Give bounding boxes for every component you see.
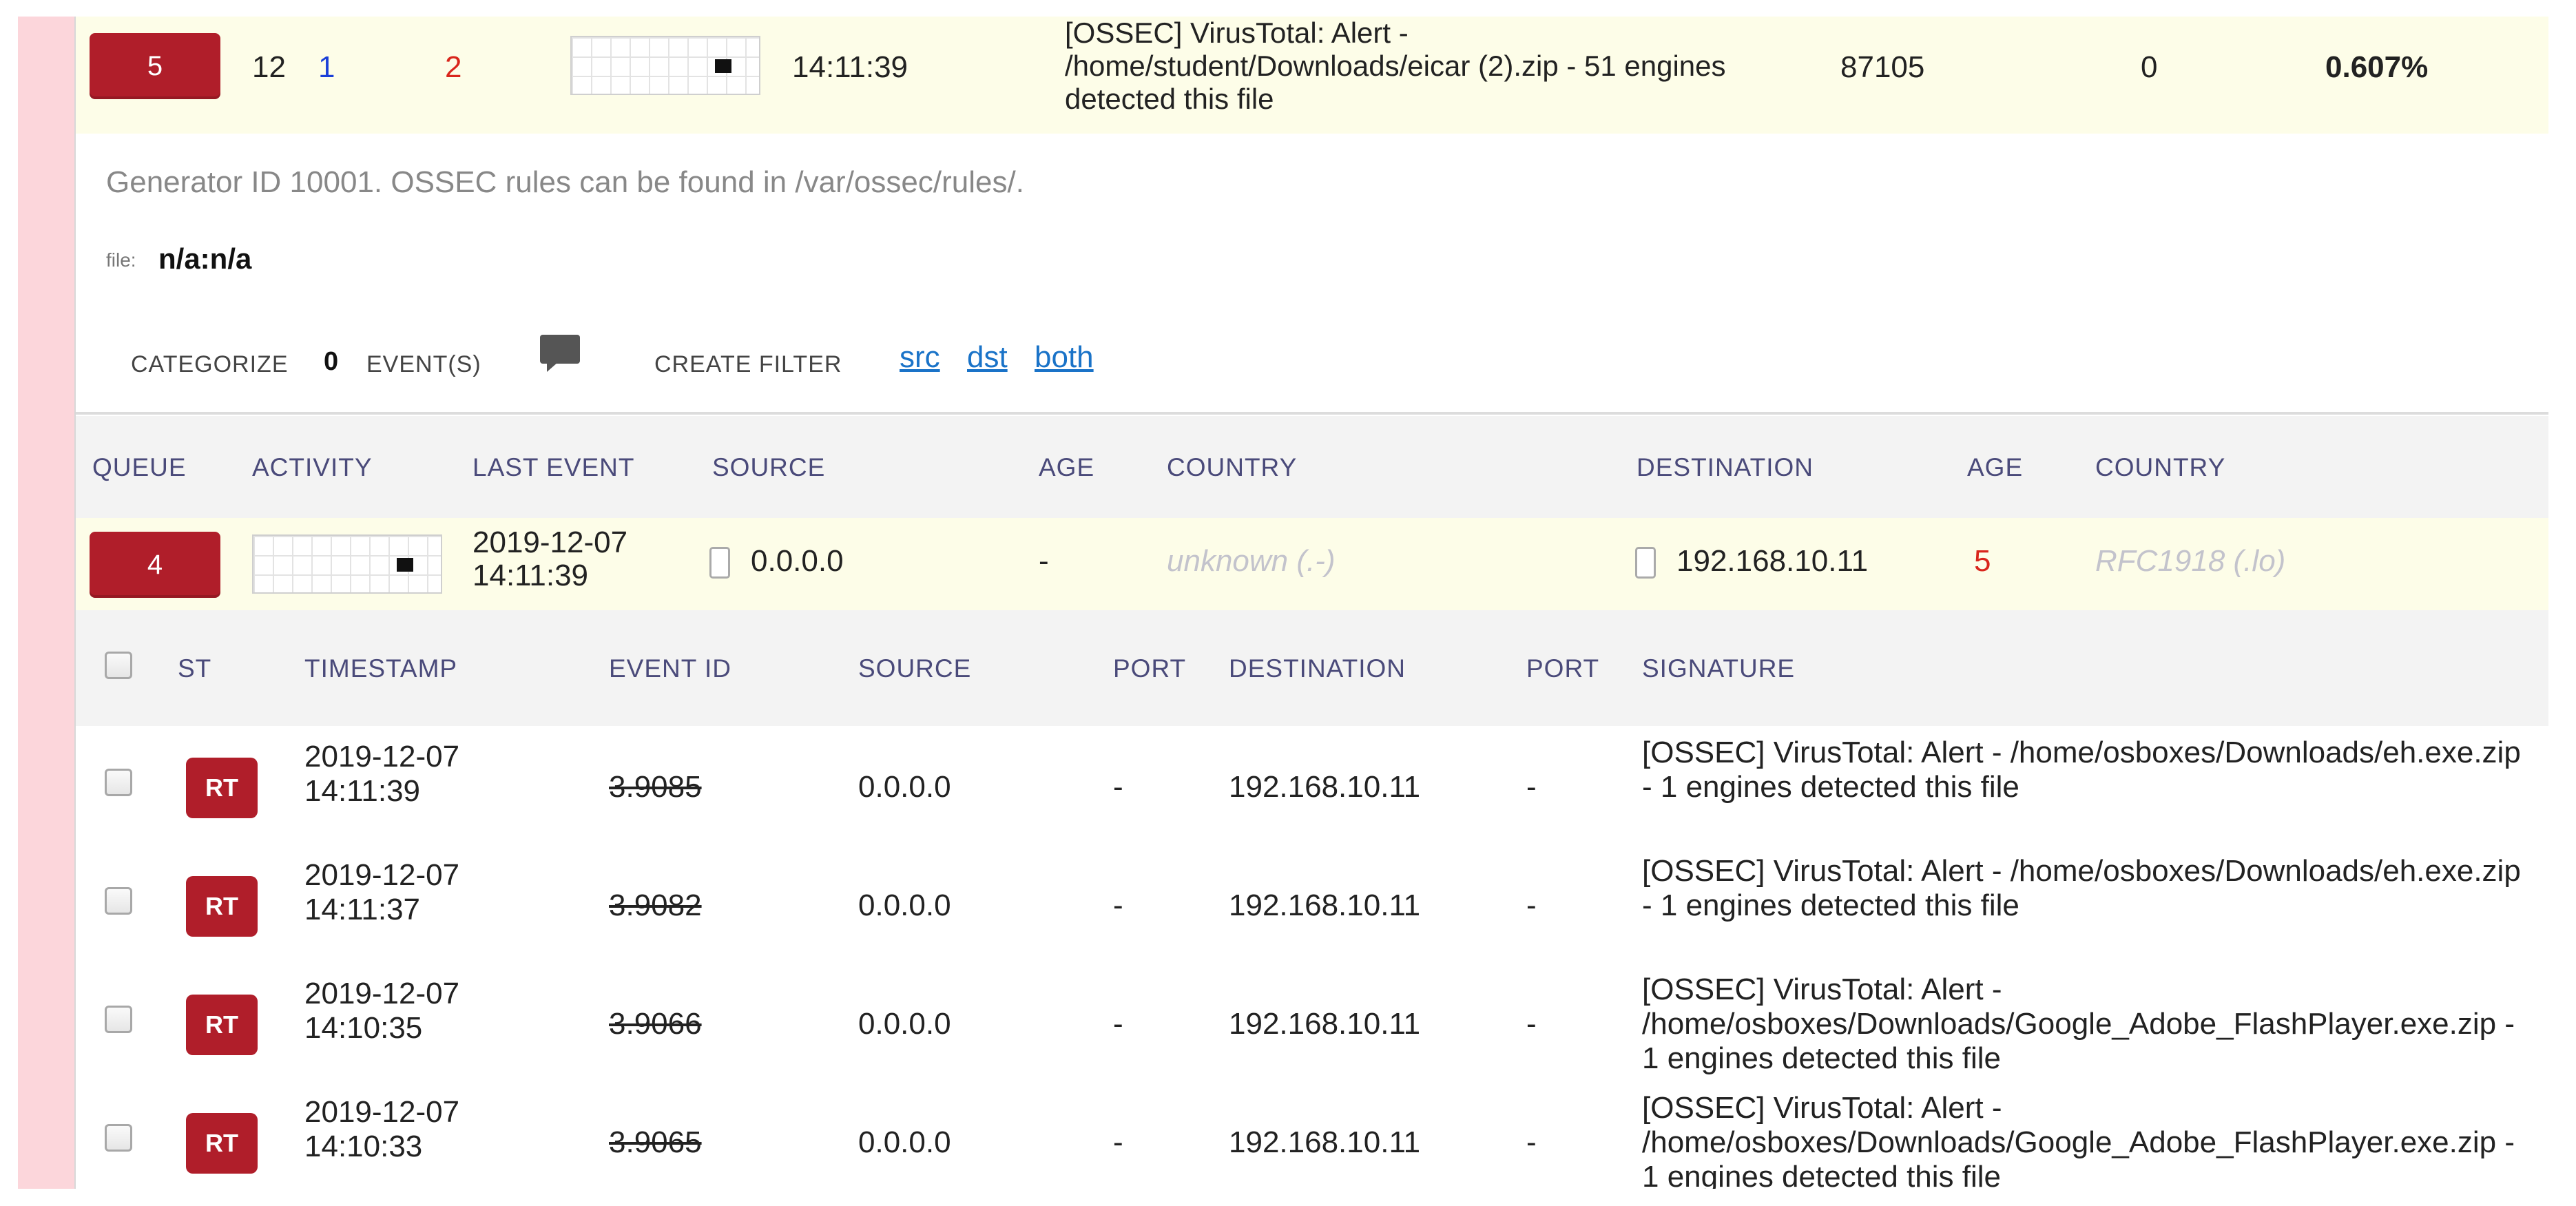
- event-date: 2019-12-07: [304, 1095, 460, 1129]
- file-value: n/a:n/a: [158, 242, 252, 275]
- categorize-label: CATEGORIZE: [131, 351, 289, 377]
- event-destination: 192.168.10.11: [1229, 1007, 1421, 1041]
- event-source: 0.0.0.0: [858, 888, 951, 922]
- event-src-port: -: [1113, 770, 1123, 804]
- header-destination[interactable]: DESTINATION: [1637, 453, 1814, 482]
- header-queue[interactable]: QUEUE: [92, 453, 187, 482]
- event-date: 2019-12-07: [304, 858, 460, 892]
- file-label: file:: [106, 249, 136, 271]
- event-src-port: -: [1113, 888, 1123, 922]
- queue-activity-grid: [252, 534, 442, 594]
- event-time: 14:10:33: [304, 1130, 423, 1163]
- header-dst-age[interactable]: AGE: [1967, 453, 2023, 482]
- event-date: 2019-12-07: [304, 977, 460, 1010]
- activity-mark: [715, 59, 731, 73]
- select-all-checkbox[interactable]: [105, 652, 132, 679]
- event-src-port: -: [1113, 1007, 1123, 1041]
- categorize-count: 0: [324, 347, 339, 376]
- event-src-port: -: [1113, 1125, 1123, 1159]
- filter-src-link[interactable]: src: [900, 340, 940, 375]
- queue-src-country: unknown (.-): [1167, 544, 1336, 578]
- event-checkbox[interactable]: [105, 1124, 132, 1152]
- event-dst-port: -: [1526, 888, 1537, 922]
- event-source: 0.0.0.0: [858, 770, 951, 804]
- events-label: EVENT(S): [366, 351, 481, 377]
- filter-dst-link[interactable]: dst: [967, 340, 1008, 375]
- event-checkbox[interactable]: [105, 769, 132, 796]
- event-time: 14:10:35: [304, 1011, 423, 1045]
- section-divider: [76, 412, 2548, 415]
- event-destination: 192.168.10.11: [1229, 1125, 1421, 1159]
- header-event-id[interactable]: EVENT ID: [609, 654, 731, 683]
- header-activity[interactable]: ACTIVITY: [252, 453, 373, 482]
- event-signature: [OSSEC] VirusTotal: Alert - /home/osboxe…: [1642, 854, 2521, 922]
- event-status-badge: RT: [186, 876, 258, 937]
- filter-both-link[interactable]: both: [1035, 340, 1094, 375]
- alert-col-c[interactable]: 2: [445, 48, 461, 87]
- create-filter-label: CREATE FILTER: [654, 351, 842, 377]
- event-checkbox[interactable]: [105, 1006, 132, 1033]
- event-destination: 192.168.10.11: [1229, 770, 1421, 804]
- event-time: 14:11:39: [304, 774, 421, 808]
- event-id[interactable]: 3.9085: [609, 770, 702, 804]
- header-dst-port[interactable]: PORT: [1526, 654, 1599, 683]
- event-row[interactable]: RT 2019-12-07 14:11:37 3.9082 0.0.0.0 - …: [76, 847, 2548, 966]
- event-time: 14:11:37: [304, 893, 421, 926]
- event-dst-port: -: [1526, 1007, 1537, 1041]
- queue-count-button[interactable]: 4: [90, 532, 220, 598]
- event-dst-port: -: [1526, 1125, 1537, 1159]
- destination-flag-icon: [1635, 547, 1656, 579]
- event-id[interactable]: 3.9066: [609, 1007, 702, 1041]
- header-dst-country[interactable]: COUNTRY: [2095, 453, 2225, 482]
- generator-info: Generator ID 10001. OSSEC rules can be f…: [106, 165, 1024, 199]
- queue-activity-mark: [397, 558, 413, 572]
- header-src-age[interactable]: AGE: [1039, 453, 1094, 482]
- activity-grid: [570, 36, 760, 95]
- header-event-destination[interactable]: DESTINATION: [1229, 654, 1406, 683]
- alert-sid: 87105: [1840, 50, 1925, 84]
- event-source: 0.0.0.0: [858, 1007, 951, 1041]
- event-signature: [OSSEC] VirusTotal: Alert - /home/osboxe…: [1642, 973, 2515, 1075]
- comment-icon[interactable]: [540, 335, 580, 372]
- alert-col-a: 12: [252, 50, 286, 84]
- alert-percent: 0.607%: [2325, 50, 2429, 84]
- event-row[interactable]: RT 2019-12-07 14:10:33 3.9065 0.0.0.0 - …: [76, 1084, 2548, 1189]
- header-src-port[interactable]: PORT: [1113, 654, 1186, 683]
- event-signature: [OSSEC] VirusTotal: Alert - /home/osboxe…: [1642, 736, 2521, 804]
- queue-last-event-time: 14:11:39: [472, 559, 589, 592]
- alert-signature[interactable]: [OSSEC] VirusTotal: Alert - /home/studen…: [1065, 17, 1809, 116]
- event-signature: [OSSEC] VirusTotal: Alert - /home/osboxe…: [1642, 1091, 2515, 1189]
- header-event-source[interactable]: SOURCE: [858, 654, 971, 683]
- alert-col-b[interactable]: 1: [318, 48, 335, 87]
- queue-destination[interactable]: 192.168.10.11: [1676, 544, 1868, 579]
- queue-last-event-date: 2019-12-07: [472, 526, 628, 559]
- event-row[interactable]: RT 2019-12-07 14:10:35 3.9066 0.0.0.0 - …: [76, 966, 2548, 1084]
- queue-dst-age: 5: [1974, 544, 1991, 578]
- alert-count-button[interactable]: 5: [90, 33, 220, 99]
- header-last-event[interactable]: LAST EVENT: [472, 453, 635, 482]
- header-signature[interactable]: SIGNATURE: [1642, 654, 1795, 683]
- header-src-country[interactable]: COUNTRY: [1167, 453, 1297, 482]
- header-source[interactable]: SOURCE: [712, 453, 825, 482]
- alert-time: 14:11:39: [792, 50, 908, 84]
- event-source: 0.0.0.0: [858, 1125, 951, 1159]
- alert-zero: 0: [2141, 50, 2158, 84]
- left-accent-bar: [18, 17, 74, 1189]
- event-destination: 192.168.10.11: [1229, 888, 1421, 922]
- header-st[interactable]: ST: [178, 654, 211, 683]
- event-dst-port: -: [1526, 770, 1537, 804]
- queue-dst-country: RFC1918 (.lo): [2095, 544, 2286, 578]
- event-date: 2019-12-07: [304, 740, 460, 773]
- event-id[interactable]: 3.9082: [609, 888, 702, 923]
- event-status-badge: RT: [186, 1113, 258, 1174]
- event-id[interactable]: 3.9065: [609, 1125, 702, 1160]
- header-timestamp[interactable]: TIMESTAMP: [304, 654, 457, 683]
- event-checkbox[interactable]: [105, 887, 132, 915]
- queue-src-age: -: [1039, 544, 1049, 578]
- source-flag-icon: [709, 547, 730, 579]
- event-row[interactable]: RT 2019-12-07 14:11:39 3.9085 0.0.0.0 - …: [76, 729, 2548, 847]
- event-status-badge: RT: [186, 758, 258, 818]
- event-status-badge: RT: [186, 995, 258, 1055]
- queue-source[interactable]: 0.0.0.0: [751, 544, 844, 579]
